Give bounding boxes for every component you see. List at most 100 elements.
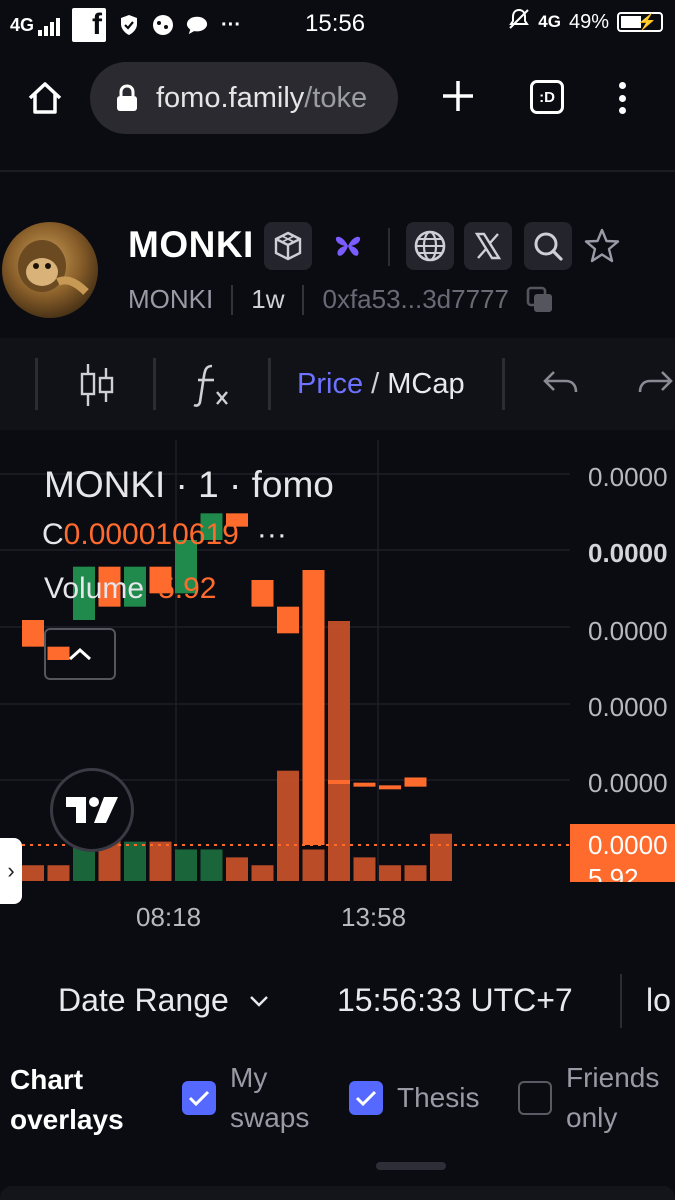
indicators-icon[interactable] bbox=[190, 362, 234, 408]
legend-collapse-button[interactable] bbox=[44, 628, 116, 680]
battery-icon: ⚡ bbox=[617, 12, 663, 32]
candle-spike bbox=[302, 570, 325, 845]
toolbar-divider bbox=[153, 358, 156, 410]
network-indicator-right: 4G bbox=[538, 12, 561, 31]
chart-legend-close: C0.000010619 ··· bbox=[42, 518, 287, 552]
mcap-option[interactable]: MCap bbox=[387, 368, 464, 400]
candle bbox=[328, 780, 350, 784]
token-age: 1w bbox=[251, 284, 285, 314]
token-symbol: MONKI bbox=[128, 284, 214, 314]
url-path: /toke bbox=[304, 81, 368, 114]
globe-icon[interactable] bbox=[406, 222, 454, 270]
browser-toolbar: fomo.family/toke :D bbox=[0, 60, 675, 136]
chart-range-row: Date Range 15:56:33 UTC+7 lo bbox=[0, 970, 675, 1034]
price-mcap-toggle[interactable]: Price / MCap bbox=[297, 368, 465, 401]
search-icon[interactable] bbox=[524, 222, 572, 270]
butterfly-icon[interactable] bbox=[324, 222, 372, 270]
volume-bar bbox=[379, 865, 401, 881]
volume-bar bbox=[353, 857, 376, 881]
volume-bar bbox=[302, 849, 325, 881]
chat-icon bbox=[186, 14, 208, 36]
price-chart[interactable]: MONKI · 1 · fomo C0.000010619 ··· Volume 5… bbox=[0, 440, 675, 950]
contract-cube-icon[interactable] bbox=[264, 222, 312, 270]
overlay-label: My swaps bbox=[230, 1062, 310, 1133]
chevron-down-icon bbox=[249, 995, 268, 1007]
log-scale-toggle[interactable]: lo bbox=[646, 982, 671, 1019]
status-bar: 4G f ··· 15:56 4G 49% ⚡ bbox=[0, 0, 675, 48]
token-name: MONKI bbox=[128, 224, 254, 265]
header-divider bbox=[388, 228, 390, 266]
volume-bar bbox=[328, 621, 350, 881]
toolbar-divider bbox=[268, 358, 271, 410]
home-icon[interactable] bbox=[25, 78, 65, 118]
volume-bar bbox=[251, 865, 274, 881]
date-range-label: Date Range bbox=[58, 982, 229, 1018]
shield-icon bbox=[118, 14, 140, 36]
copy-icon[interactable] bbox=[525, 285, 555, 315]
new-tab-icon[interactable] bbox=[438, 76, 478, 116]
close-value: 0.000010619 bbox=[63, 518, 239, 551]
price-axis-label: 0.0000 bbox=[588, 538, 668, 568]
volume-bar bbox=[124, 841, 146, 881]
price-axis-label: 0.0000 bbox=[588, 768, 668, 798]
overlays-title: Chart overlays bbox=[10, 1064, 124, 1135]
overlay-friends-only[interactable]: Friends only bbox=[518, 1058, 675, 1138]
close-prefix: C bbox=[42, 518, 64, 551]
candle bbox=[353, 782, 376, 787]
undo-icon[interactable] bbox=[542, 368, 580, 398]
toggle-slash: / bbox=[371, 368, 380, 400]
volume-label: Volume bbox=[44, 572, 145, 605]
x-twitter-icon[interactable] bbox=[464, 222, 512, 270]
chart-legend-title: MONKI · 1 · fomo bbox=[44, 464, 334, 505]
mute-icon bbox=[508, 8, 530, 36]
volume-bar bbox=[22, 865, 44, 881]
overlay-thesis[interactable]: Thesis bbox=[349, 1078, 479, 1118]
volume-bar bbox=[277, 770, 299, 881]
range-divider bbox=[620, 974, 622, 1028]
checkbox-unchecked-icon[interactable] bbox=[518, 1081, 552, 1115]
tradingview-logo[interactable] bbox=[50, 768, 134, 852]
candle bbox=[251, 580, 274, 607]
url-domain: fomo.family bbox=[156, 81, 305, 114]
candle bbox=[404, 777, 427, 787]
volume-bar bbox=[226, 857, 248, 881]
volume-bar bbox=[200, 849, 223, 881]
token-avatar bbox=[2, 222, 98, 318]
price-axis-label: 0.0000 bbox=[588, 462, 668, 492]
contract-address[interactable]: 0xfa53...3d7777 bbox=[322, 284, 509, 315]
more-notifications-icon: ··· bbox=[221, 13, 241, 36]
volume-tag-value: 5.92 bbox=[588, 863, 639, 882]
browser-menu-icon[interactable] bbox=[612, 78, 632, 118]
chart-toolbar: Price / MCap bbox=[0, 338, 675, 430]
candles-icon[interactable] bbox=[78, 362, 116, 408]
chevron-right-icon[interactable]: › bbox=[0, 838, 22, 904]
volume-bar bbox=[430, 833, 452, 881]
clock: 15:56 bbox=[305, 10, 366, 37]
current-price-value: 0.0000 bbox=[588, 830, 668, 860]
candle bbox=[22, 620, 44, 647]
toolbar-divider bbox=[502, 358, 505, 410]
price-axis-label: 0.0000 bbox=[588, 616, 668, 646]
facebook-icon: f bbox=[72, 8, 107, 42]
timezone-clock[interactable]: 15:56:33 UTC+7 bbox=[337, 982, 573, 1019]
chevron-up-icon bbox=[68, 647, 92, 661]
signal-icon bbox=[38, 17, 61, 36]
star-icon[interactable] bbox=[578, 222, 626, 270]
volume-bar bbox=[404, 865, 427, 881]
redo-icon[interactable] bbox=[636, 368, 674, 398]
price-option[interactable]: Price bbox=[297, 368, 363, 400]
url-bar[interactable]: fomo.family/toke bbox=[90, 62, 398, 134]
checkbox-checked-icon[interactable] bbox=[182, 1081, 216, 1115]
date-range-dropdown[interactable]: Date Range bbox=[58, 982, 269, 1019]
candle bbox=[277, 606, 299, 634]
checkbox-checked-icon[interactable] bbox=[349, 1081, 383, 1115]
game-icon bbox=[152, 14, 174, 36]
divider bbox=[0, 170, 675, 172]
legend-more-icon[interactable]: ··· bbox=[257, 518, 287, 551]
volume-value: 5.92 bbox=[158, 572, 217, 605]
time-axis-label: 08:18 bbox=[136, 902, 202, 932]
lock-icon bbox=[117, 84, 137, 111]
tabs-button[interactable]: :D bbox=[530, 80, 564, 114]
overlay-my-swaps[interactable]: My swaps bbox=[182, 1058, 330, 1138]
chart-legend-volume: Volume 5.92 bbox=[44, 572, 216, 606]
